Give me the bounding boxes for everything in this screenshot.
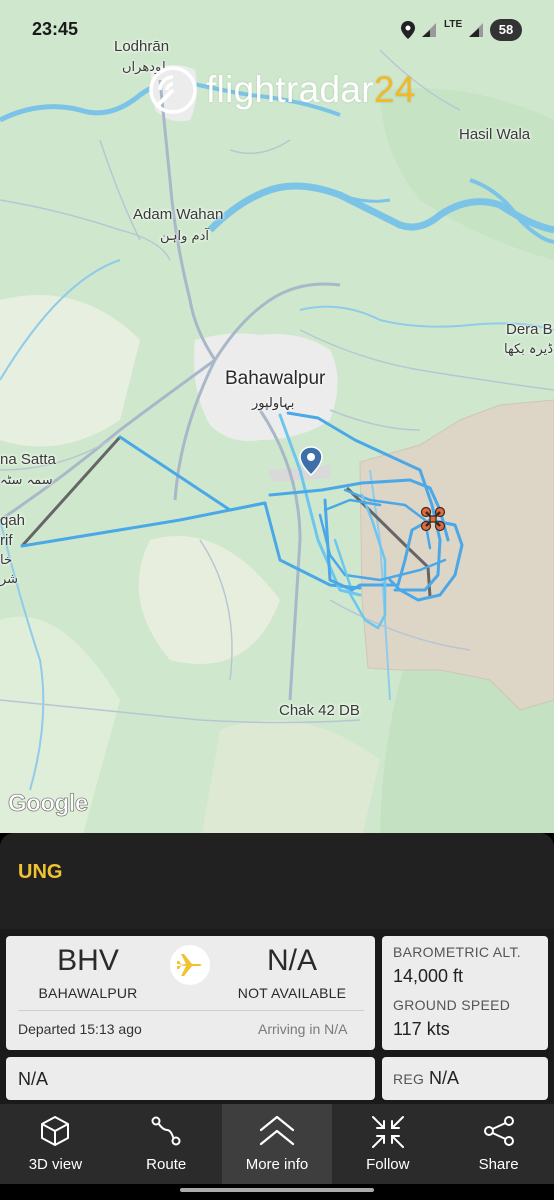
nav-route[interactable]: Route — [111, 1104, 222, 1184]
location-icon — [401, 21, 415, 39]
map-label-chak-42-db: Chak 42 DB — [279, 702, 360, 719]
ground-speed-label: GROUND SPEED — [393, 997, 511, 1013]
brand-name-number: 24 — [373, 69, 416, 110]
signal-icon — [422, 23, 436, 37]
brand-name-text: flightradar — [206, 69, 374, 110]
share-icon — [483, 1116, 514, 1146]
map-label-adam-wahan: Adam Wahan — [133, 206, 224, 223]
google-attribution: Google — [8, 790, 89, 818]
nav-route-label: Route — [146, 1156, 187, 1173]
nav-more-info-label: More info — [245, 1156, 309, 1173]
origin-name: BAHAWALPUR — [38, 985, 138, 1001]
map-label-dera-b-urdu: ڈیرہ بکھا — [504, 342, 554, 357]
nav-3d-view[interactable]: 3D view — [0, 1104, 111, 1184]
map-label-hasil-wala: Hasil Wala — [459, 126, 531, 143]
ground-speed-value: 117 kts — [393, 1019, 450, 1039]
map-label-bahawalpur-urdu: بہاولپور — [252, 396, 295, 411]
radar-logo-icon — [149, 66, 197, 114]
home-indicator[interactable] — [180, 1188, 374, 1192]
aircraft-type-card[interactable] — [6, 1057, 375, 1100]
nav-follow-label: Follow — [366, 1156, 410, 1173]
flightradar24-logo: flightradar24 — [148, 64, 416, 116]
airport-pin-icon[interactable] — [299, 446, 323, 476]
route-divider — [18, 1010, 364, 1011]
origin-code: BHV — [57, 944, 119, 977]
flight-map[interactable]: Lodhrān لودھراں Hasil Wala Adam Wahan آد… — [0, 0, 554, 845]
map-label-na-satta: na Satta — [0, 451, 56, 468]
map-label-bahawalpur: Bahawalpur — [225, 368, 326, 389]
signal-icon-2 — [469, 23, 483, 37]
brand-name: flightradar24 — [206, 69, 416, 111]
barometric-alt-label: BAROMETRIC ALT. — [393, 944, 521, 960]
route-icon — [151, 1116, 181, 1146]
destination-code: N/A — [266, 944, 317, 977]
map-label-sh-urdu: شر — [0, 572, 19, 587]
map-label-adam-wahan-urdu: آدم واہن — [160, 229, 209, 244]
callsign-label: UNG — [18, 861, 63, 883]
map-label-rif: rif — [0, 532, 13, 549]
airplane-icon — [177, 954, 202, 976]
status-clock: 23:45 — [32, 19, 79, 39]
bottom-nav: 3D view Route More info Follow Share — [0, 1104, 554, 1184]
follow-icon — [371, 1116, 404, 1148]
gesture-bar — [0, 1184, 554, 1200]
map-label-khan-urdu: خا — [0, 553, 12, 568]
lte-icon: LTE — [444, 19, 463, 30]
reg-value: N/A — [429, 1068, 460, 1088]
nav-follow[interactable]: Follow — [332, 1104, 443, 1184]
status-bar: 23:45 LTE 58 — [0, 0, 554, 60]
map-label-qah: qah — [0, 512, 26, 529]
nav-share[interactable]: Share — [443, 1104, 554, 1184]
barometric-alt-value: 14,000 ft — [393, 966, 464, 986]
nav-3d-view-label: 3D view — [28, 1156, 83, 1173]
chevron-up-icon — [259, 1115, 295, 1146]
nav-share-label: Share — [478, 1156, 519, 1173]
destination-name: NOT AVAILABLE — [237, 985, 347, 1001]
nav-more-info[interactable]: More info — [221, 1104, 333, 1184]
map-label-dera-b: Dera B — [506, 321, 553, 338]
cube-icon — [41, 1116, 70, 1146]
plane-badge — [170, 945, 210, 985]
callsign-bar[interactable]: UNG — [0, 833, 554, 929]
drone-aircraft-icon[interactable] — [420, 506, 446, 532]
map-label-na-satta-urdu: سمہ سٹہ — [0, 473, 53, 488]
reg-label: REG — [393, 1071, 425, 1087]
aircraft-type-value: N/A — [18, 1069, 49, 1089]
departed-time: Departed 15:13 ago — [18, 1021, 142, 1037]
arrival-eta: Arriving in N/A — [258, 1021, 348, 1037]
battery-icon: 58 — [490, 19, 522, 41]
